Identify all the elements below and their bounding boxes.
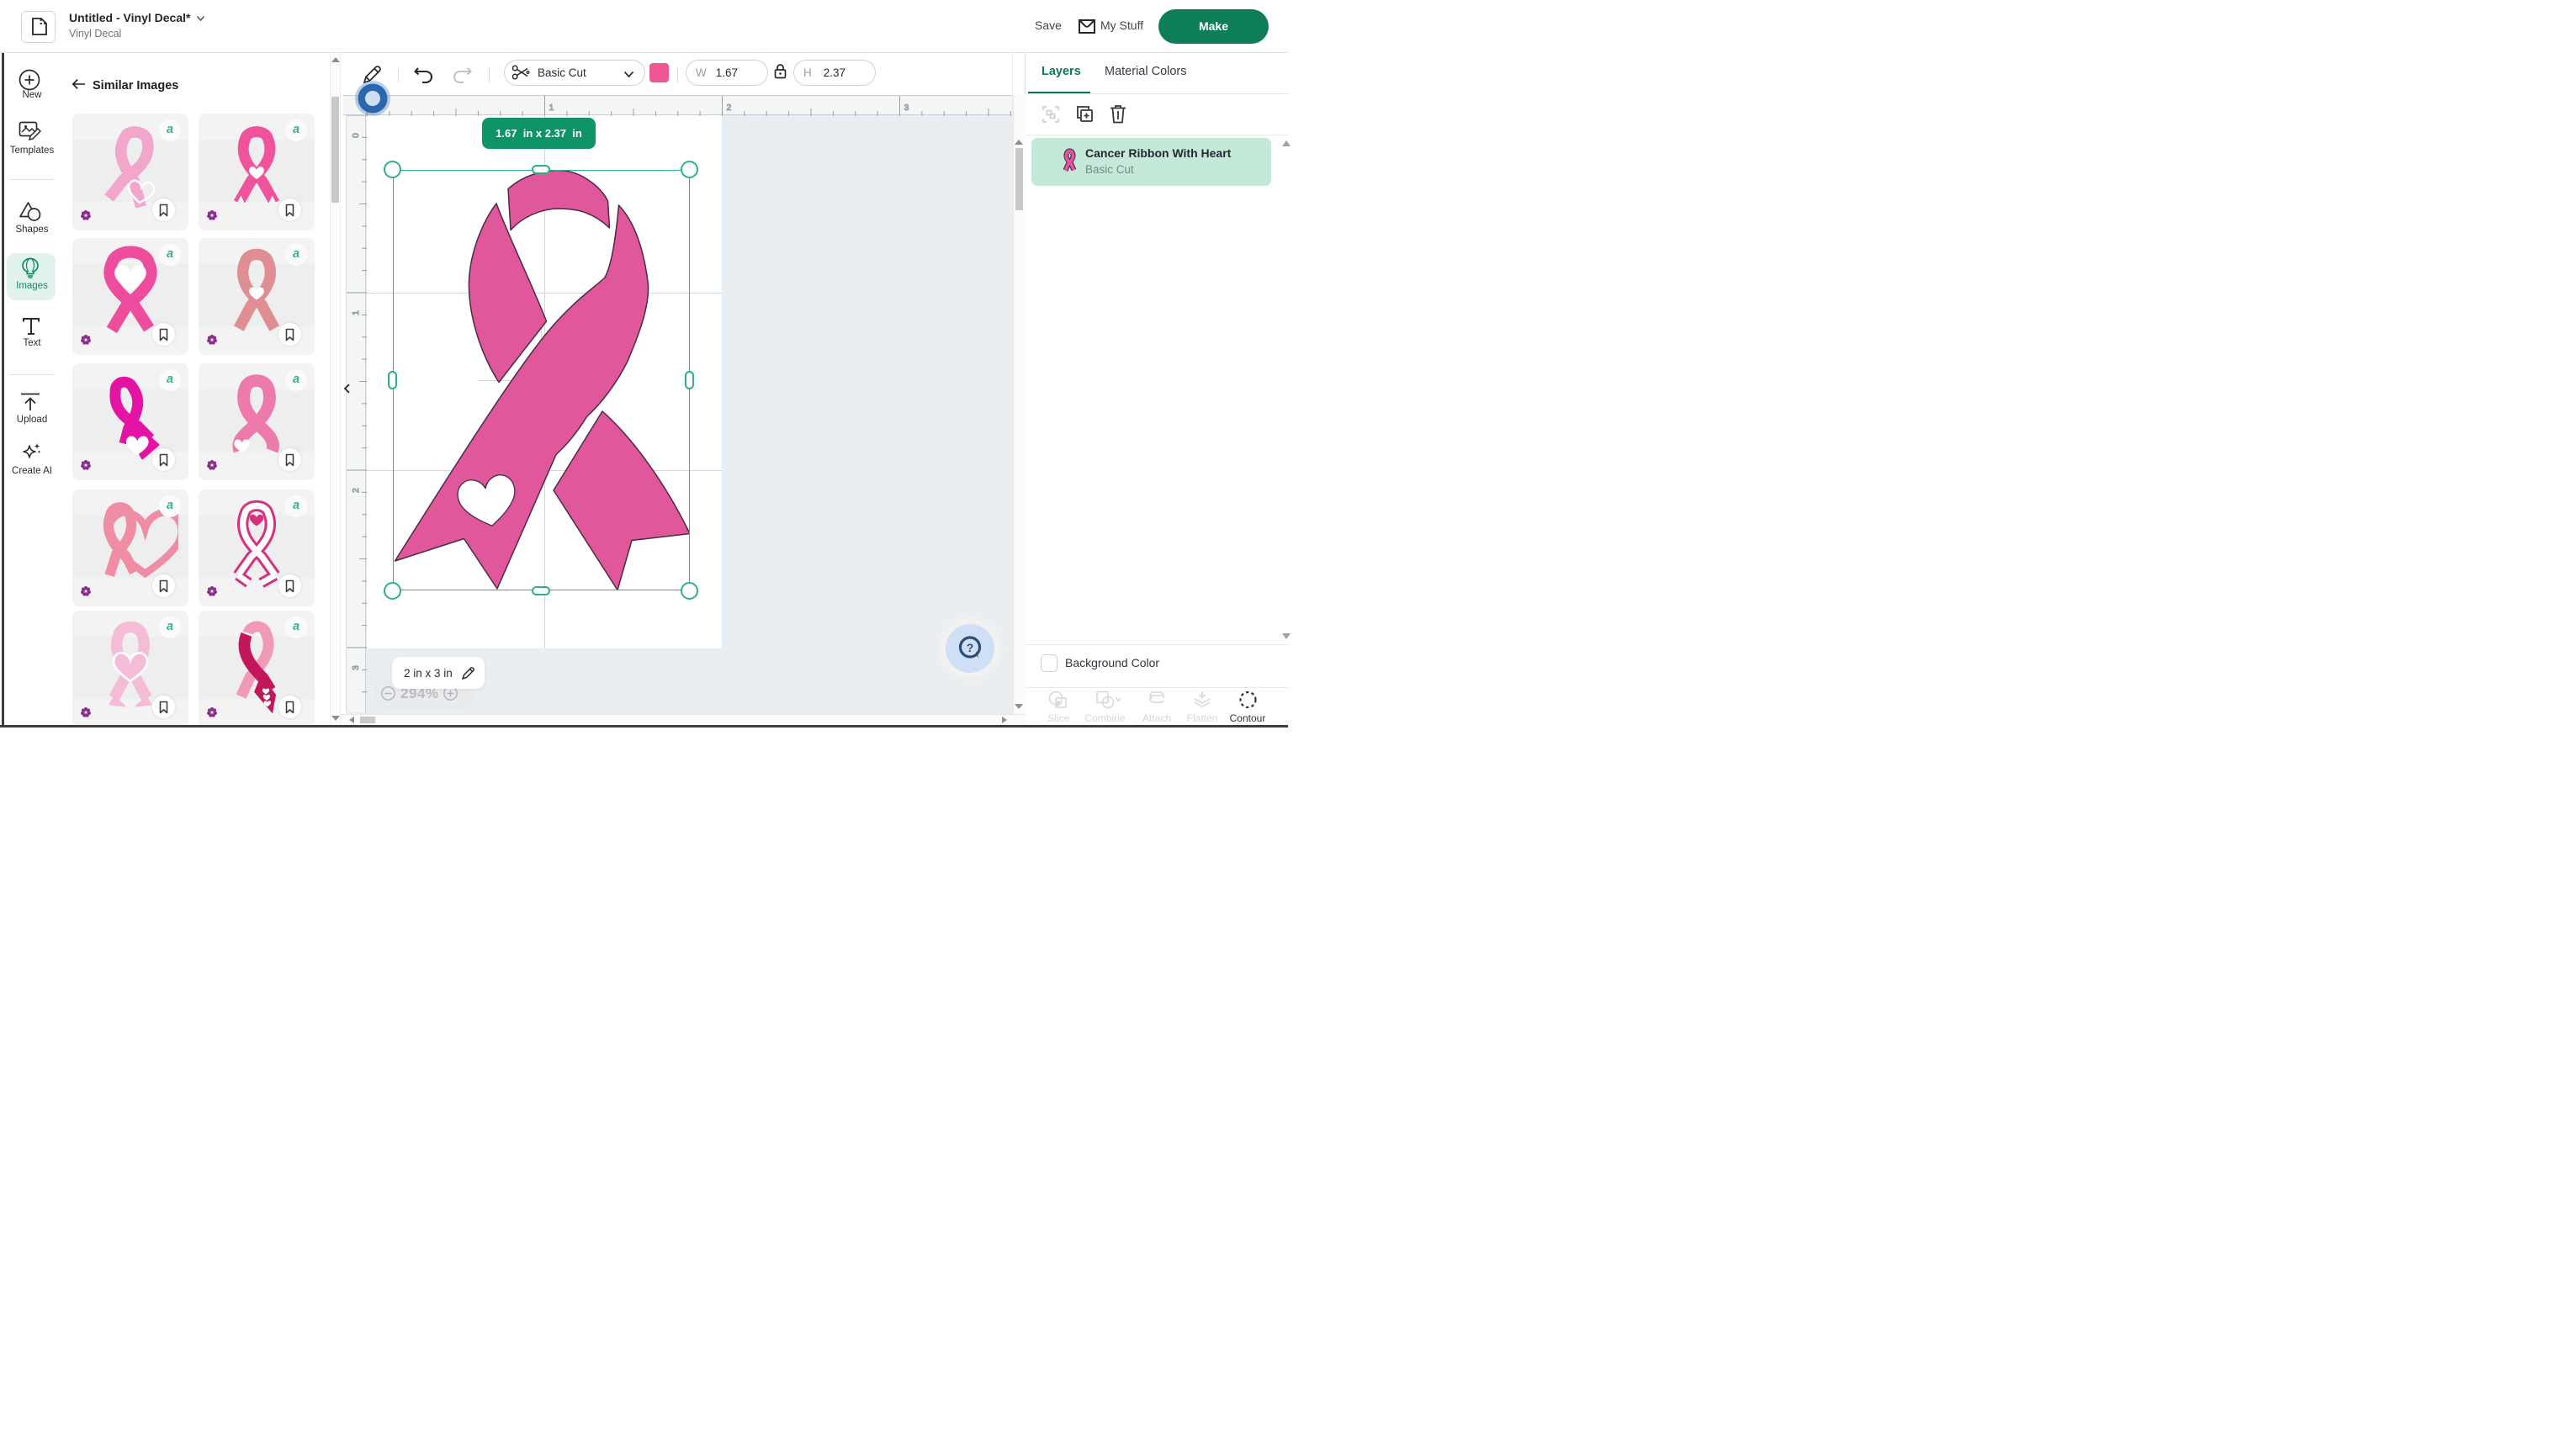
- svg-text:0: 0: [351, 133, 361, 138]
- svg-text:2: 2: [351, 488, 361, 493]
- svg-text:1: 1: [351, 310, 361, 315]
- svg-text:1: 1: [549, 103, 554, 113]
- svg-text:3: 3: [904, 103, 909, 113]
- svg-text:3: 3: [351, 665, 361, 670]
- svg-text:2: 2: [727, 103, 732, 113]
- svg-text:?: ?: [966, 641, 973, 654]
